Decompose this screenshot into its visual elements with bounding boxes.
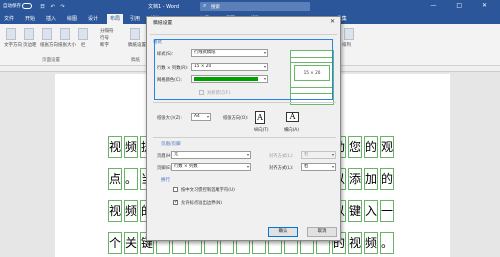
grid-char: 键 [349,204,362,218]
landscape-icon[interactable]: A [286,112,299,122]
quick-access-toolbar[interactable]: 日 ↶ ↷ [40,3,67,10]
paper-size-label: 纸张大小(Z): [157,116,182,121]
grid-char: 频 [365,236,378,250]
paper-size-value: A4 [194,114,200,119]
search-icon: ⌕ [203,2,207,9]
grid-char: 您 [349,140,362,154]
search-placeholder: 搜索 [211,5,220,10]
chevron-down-icon: ▾ [331,164,334,169]
grid-char: 关 [125,236,138,250]
punctuation-overflow-label: 允许标点溢出边界(N) [181,201,222,206]
grid-char: 的 [365,140,378,154]
chinese-wrap-checkbox[interactable] [173,187,178,192]
grid-char: 入 [365,204,378,218]
tab-insert[interactable]: 插入 [46,15,56,22]
tab-references[interactable]: 引用 [130,15,140,22]
tab-design[interactable]: 设计 [88,15,98,22]
divider [153,102,336,103]
ok-button[interactable]: 确认 [268,227,298,237]
header-select[interactable]: 无 ▾ [171,151,251,159]
grid-char: 一 [381,204,394,218]
document-title: 文档1 - Word [148,4,180,10]
orientation-label: 纸张方向(O): [223,116,249,121]
section-header-footer: 页眉/页脚 [161,142,181,147]
text-direction-icon[interactable] [6,28,16,40]
grid-char: 。 [125,172,138,186]
divider [153,137,336,138]
grid-char: 视 [109,140,122,154]
grid-char: 频 [125,204,138,218]
chevron-down-icon: ▾ [206,114,209,119]
footer-value: 行数 × 列数 [174,164,198,169]
section-wrap: 换行 [161,178,170,183]
breaks-button[interactable]: 分隔符 [100,28,114,34]
autosave-toggle[interactable] [22,3,32,9]
footer-select[interactable]: 行数 × 列数 ▾ [171,163,251,171]
portrait-icon[interactable]: A [255,111,265,124]
grid-char: 添 [349,172,362,186]
chevron-down-icon: ▾ [246,164,249,169]
columns-label[interactable]: 栏 [81,42,86,48]
chevron-down-icon: ▾ [331,152,334,157]
chinese-wrap-label: 按中文习惯控制首尾字符(U) [181,188,235,193]
close-icon[interactable]: ✕ [330,18,335,25]
orientation-icon[interactable] [42,28,52,40]
grid-char: 视 [349,236,362,250]
grid-char: 点 [109,172,122,186]
line-numbers-button[interactable]: 行号 [100,35,109,41]
paper-size-icon[interactable] [60,28,70,40]
dialog-tab-strip [150,28,337,35]
title-bar: 自动保存 日 ↶ ↷ 文档1 - Word ⌕ 搜索 — □ ✕ [0,0,500,13]
grid-char: 频 [125,140,138,154]
paper-size-select[interactable]: A4 ▾ [191,113,211,121]
punctuation-overflow-checkbox[interactable] [173,199,178,205]
margins-label[interactable]: 页边距 [23,42,37,48]
landscape-label[interactable]: 横向(A) [284,127,299,133]
dialog-title: 稿纸设置 [153,21,173,26]
manuscript-label[interactable]: 稿纸设置 [128,42,146,48]
tab-layout[interactable]: 布局 [107,14,124,24]
arrange-label[interactable]: 排列 [342,42,351,48]
footer-align-select[interactable]: 右 ▾ [301,163,336,171]
tab-home[interactable]: 开始 [25,15,35,22]
autosave-label: 自动保存 [3,4,21,9]
columns-icon[interactable] [78,28,88,40]
tab-file[interactable]: 文件 [4,15,14,22]
grid-char: 加 [365,172,378,186]
window-controls[interactable]: — □ ✕ [430,2,496,9]
header-align-select[interactable]: 右 ▾ [301,151,336,159]
grid-char: 个 [109,236,122,250]
header-value: 无 [174,152,179,157]
grid-char: 观 [381,140,394,154]
align-label-bottom: 对齐方式(L): [269,166,294,171]
grid-char: 视 [109,204,122,218]
orientation-label[interactable]: 纸张方向 [40,42,58,48]
highlight-box [154,39,333,100]
text-direction-label[interactable]: 文字方向 [4,42,22,48]
group-manuscript: 稿纸 [131,58,140,63]
portrait-label[interactable]: 纵向(T) [254,127,269,133]
arrange-icon[interactable] [344,28,354,40]
chevron-down-icon: ▾ [246,152,249,157]
grid-char: 的 [381,172,394,186]
grid-char: 。 [381,236,394,250]
header-align-value: 右 [304,152,309,157]
paper-size-label[interactable]: 纸张大小 [58,42,76,48]
group-page-setup: 页面设置 [42,58,60,63]
footer-align-value: 右 [304,164,309,169]
manuscript-icon[interactable] [130,28,140,40]
cancel-button[interactable]: 取消 [307,227,337,237]
align-label-top: 对齐方式(L): [269,154,294,159]
tab-draw[interactable]: 绘图 [67,15,77,22]
hyphenation-button[interactable]: 断字 [100,42,109,48]
search-box[interactable]: ⌕ 搜索 [200,2,310,11]
margins-icon[interactable] [24,28,34,40]
